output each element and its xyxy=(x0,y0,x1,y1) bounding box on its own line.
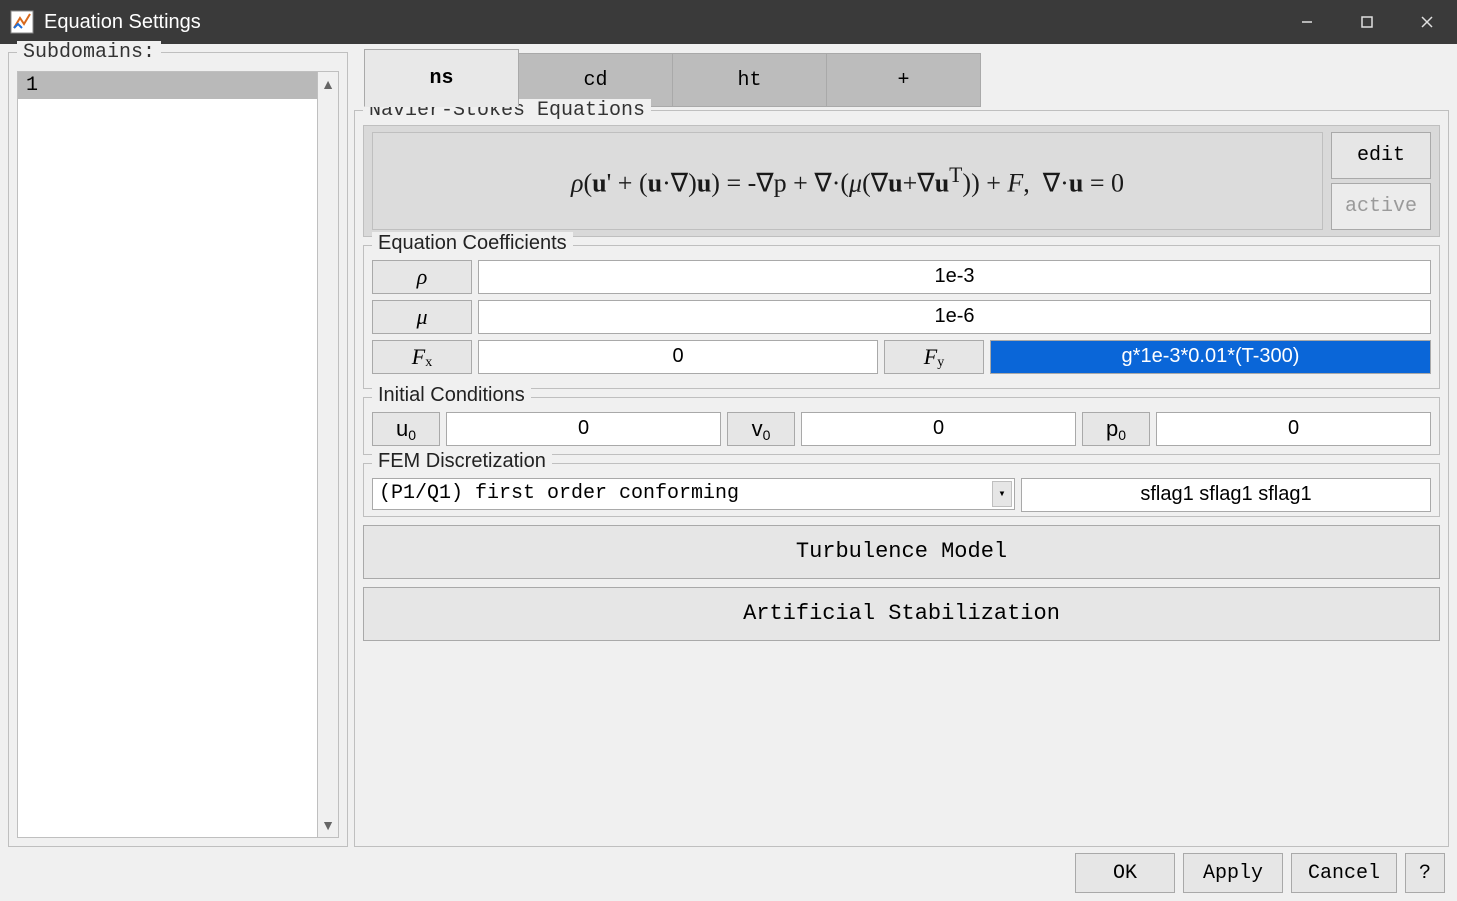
equation-settings-window: Equation Settings Subdomains: 1 xyxy=(0,0,1457,901)
help-button[interactable]: ? xyxy=(1405,853,1445,893)
scroll-down-icon[interactable]: ▼ xyxy=(321,817,335,833)
apply-button[interactable]: Apply xyxy=(1183,853,1283,893)
fx-label: Fx xyxy=(372,340,472,374)
u0-input[interactable] xyxy=(446,412,721,446)
window-title: Equation Settings xyxy=(44,11,201,34)
fx-input[interactable] xyxy=(478,340,878,374)
mu-input[interactable] xyxy=(478,300,1431,334)
u0-label: u0 xyxy=(372,412,440,446)
edit-equation-button[interactable]: edit xyxy=(1331,132,1431,179)
tab-ns[interactable]: ns xyxy=(364,49,519,107)
subdomains-group: Subdomains: 1 ▲ ▼ xyxy=(8,52,348,847)
chevron-down-icon: ▾ xyxy=(992,481,1012,507)
fem-group: FEM Discretization (P1/Q1) first order c… xyxy=(363,463,1440,517)
matlab-icon xyxy=(10,10,34,34)
scroll-up-icon[interactable]: ▲ xyxy=(321,76,335,92)
scrollbar[interactable]: ▲ ▼ xyxy=(317,71,339,838)
subdomains-legend: Subdomains: xyxy=(17,41,161,64)
rho-input[interactable] xyxy=(478,260,1431,294)
titlebar: Equation Settings xyxy=(0,0,1457,44)
mu-label: μ xyxy=(372,300,472,334)
fy-label: Fy xyxy=(884,340,984,374)
v0-input[interactable] xyxy=(801,412,1076,446)
fem-select[interactable]: (P1/Q1) first order conforming ▾ xyxy=(372,478,1015,510)
sflag-input[interactable] xyxy=(1021,478,1431,512)
cancel-button[interactable]: Cancel xyxy=(1291,853,1397,893)
initial-conditions-group: Initial Conditions u0 v0 xyxy=(363,397,1440,455)
initial-conditions-legend: Initial Conditions xyxy=(372,384,531,407)
equation-display: ρ(u' + (u·∇)u) = -∇p + ∇·(μ(∇u+∇uT)) + F… xyxy=(372,132,1323,230)
equation-panel: ρ(u' + (u·∇)u) = -∇p + ∇·(μ(∇u+∇uT)) + F… xyxy=(363,125,1440,237)
active-toggle-button[interactable]: active xyxy=(1331,183,1431,230)
coefficients-legend: Equation Coefficients xyxy=(372,232,573,255)
fem-legend: FEM Discretization xyxy=(372,450,552,473)
equation-side-buttons: edit active xyxy=(1331,132,1431,230)
maximize-button[interactable] xyxy=(1337,0,1397,44)
coefficients-group: Equation Coefficients ρ μ xyxy=(363,245,1440,389)
p0-label: p0 xyxy=(1082,412,1150,446)
equation-group: Navier-Stokes Equations ρ(u' + (u·∇)u) =… xyxy=(354,110,1449,847)
main-row: Subdomains: 1 ▲ ▼ ns cd ht + xyxy=(8,52,1449,847)
rho-label: ρ xyxy=(372,260,472,294)
footer-buttons: OK Apply Cancel ? xyxy=(8,847,1449,893)
tab-ht[interactable]: ht xyxy=(672,53,827,107)
subdomain-item[interactable]: 1 xyxy=(18,72,317,99)
minimize-button[interactable] xyxy=(1277,0,1337,44)
subdomains-list-wrap: 1 ▲ ▼ xyxy=(17,71,339,838)
p0-input[interactable] xyxy=(1156,412,1431,446)
close-button[interactable] xyxy=(1397,0,1457,44)
fy-input[interactable] xyxy=(990,340,1431,374)
ok-button[interactable]: OK xyxy=(1075,853,1175,893)
tab-add[interactable]: + xyxy=(826,53,981,107)
client-area: Subdomains: 1 ▲ ▼ ns cd ht + xyxy=(0,44,1457,901)
right-column: ns cd ht + Navier-Stokes Equations ρ(u' … xyxy=(354,52,1449,847)
subdomains-list[interactable]: 1 xyxy=(17,71,317,838)
v0-label: v0 xyxy=(727,412,795,446)
fem-select-value: (P1/Q1) first order conforming xyxy=(379,482,739,505)
window-controls xyxy=(1277,0,1457,44)
artificial-stabilization-button[interactable]: Artificial Stabilization xyxy=(363,587,1440,641)
turbulence-model-button[interactable]: Turbulence Model xyxy=(363,525,1440,579)
